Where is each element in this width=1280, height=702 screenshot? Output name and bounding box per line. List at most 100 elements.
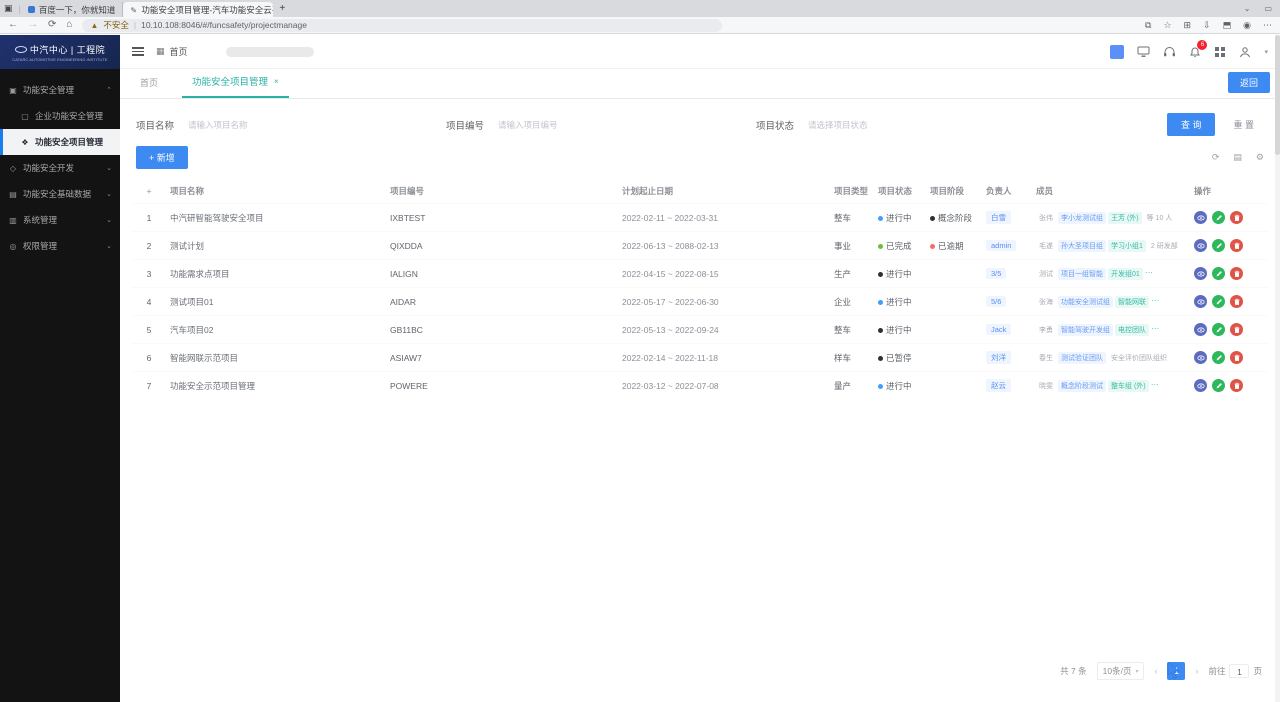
table-settings-icon[interactable]: ⚙	[1256, 152, 1264, 163]
new-tab-button[interactable]: +	[279, 3, 285, 14]
sidebar-item-5[interactable]: ▥ 系统管理 ⌄	[0, 207, 120, 233]
page-size-select[interactable]: 10条/页 ▾	[1096, 662, 1145, 680]
project-name-cell[interactable]: 功能安全示范项目管理	[166, 372, 386, 400]
member-tag: 等 10 人	[1146, 214, 1173, 222]
edit-button[interactable]	[1212, 239, 1225, 252]
column-header[interactable]: 成员	[1032, 179, 1190, 204]
add-button[interactable]: + 新增	[136, 146, 188, 169]
prev-page-button[interactable]: ‹	[1154, 666, 1157, 676]
headset-icon[interactable]	[1163, 46, 1176, 58]
goto-page-input[interactable]: 1	[1229, 664, 1250, 678]
sidebar-item-0[interactable]: ▣ 功能安全管理 ⌃	[0, 77, 120, 103]
project-status-select[interactable]	[802, 115, 1003, 134]
sidebar-item-1[interactable]: ▢ 企业功能安全管理	[0, 103, 120, 129]
browser-tab-2-active[interactable]: ✎ 功能安全项目管理-汽车功能安全云平台 ×	[123, 2, 274, 17]
sidebar-item-3[interactable]: ◇ 功能安全开发 ⌄	[0, 155, 120, 181]
breadcrumb-home[interactable]: 首页	[170, 45, 188, 58]
edit-button[interactable]	[1212, 211, 1225, 224]
page-scrollbar[interactable]	[1275, 35, 1280, 702]
column-setting-icon[interactable]: ▤	[1233, 152, 1242, 163]
monitor-icon[interactable]	[1137, 46, 1150, 58]
refresh-icon[interactable]: ⟳	[48, 20, 56, 30]
view-button[interactable]	[1194, 295, 1207, 308]
tab-home[interactable]: 首页	[134, 76, 164, 98]
project-name-cell[interactable]: 测试项目01	[166, 288, 386, 316]
project-code-cell: POWERE	[390, 380, 428, 391]
delete-button[interactable]	[1230, 351, 1243, 364]
sidebar-item-4[interactable]: ▤ 功能安全基础数据 ⌄	[0, 181, 120, 207]
apps-grid-icon[interactable]	[1214, 46, 1226, 58]
expand-all-header[interactable]: +	[132, 179, 166, 204]
favicon	[27, 6, 35, 13]
workspace-avatar[interactable]	[1110, 44, 1125, 59]
collections-icon[interactable]: ⊞	[1184, 20, 1192, 31]
project-name-input[interactable]	[182, 115, 383, 134]
delete-button[interactable]	[1230, 379, 1243, 392]
view-button[interactable]	[1194, 323, 1207, 336]
view-button[interactable]	[1194, 351, 1207, 364]
extensions-icon[interactable]: ⬒	[1223, 20, 1232, 31]
back-icon[interactable]: ←	[8, 20, 18, 30]
project-stage-cell	[926, 316, 982, 344]
downloads-icon[interactable]: ⇩	[1203, 20, 1211, 31]
column-header[interactable]: 项目阶段	[926, 179, 982, 204]
delete-button[interactable]	[1230, 211, 1243, 224]
delete-button[interactable]	[1230, 267, 1243, 280]
project-name-cell[interactable]: 汽车项目02	[166, 316, 386, 344]
view-button[interactable]	[1194, 211, 1207, 224]
notification-bell-icon[interactable]: 6	[1189, 39, 1208, 58]
column-header[interactable]: 项目名称	[166, 179, 386, 204]
current-page-button[interactable]: 1	[1167, 662, 1186, 680]
address-bar[interactable]: ▲ 不安全 | 10.10.108:8046/#/funcsafety/proj…	[82, 18, 723, 32]
edit-button[interactable]	[1212, 295, 1225, 308]
next-page-button[interactable]: ›	[1195, 666, 1198, 676]
column-header[interactable]: 项目类型	[830, 179, 874, 204]
favorites-star-icon[interactable]: ☆	[1163, 20, 1171, 31]
view-button[interactable]	[1194, 379, 1207, 392]
refresh-table-icon[interactable]: ⟳	[1212, 152, 1220, 163]
profile-avatar-icon[interactable]: ◉	[1243, 20, 1251, 31]
project-code-input[interactable]	[492, 115, 693, 134]
search-button[interactable]: 查 询	[1166, 113, 1216, 136]
browser-tab-1[interactable]: 百度一下，你就知道	[21, 2, 124, 17]
project-name-cell[interactable]: 中汽研智能驾驶安全项目	[166, 204, 386, 232]
sidebar-item-2[interactable]: ❖ 功能安全项目管理	[0, 129, 120, 155]
edit-button[interactable]	[1212, 267, 1225, 280]
user-menu-caret-icon[interactable]: ▾	[1264, 48, 1268, 56]
column-header[interactable]: 负责人	[982, 179, 1032, 204]
tab-list-icon[interactable]: ▣ |	[4, 3, 21, 14]
delete-button[interactable]	[1230, 323, 1243, 336]
project-name-cell[interactable]: 功能需求点项目	[166, 260, 386, 288]
delete-button[interactable]	[1230, 239, 1243, 252]
security-label[interactable]: 不安全	[103, 19, 129, 31]
column-header[interactable]: 项目编号	[386, 179, 618, 204]
view-button[interactable]	[1194, 267, 1207, 280]
project-name-cell[interactable]: 测试计划	[166, 232, 386, 260]
project-name-cell[interactable]: 智能网联示范项目	[166, 344, 386, 372]
browser-menu-icon[interactable]: ⋯	[1263, 20, 1272, 31]
split-screen-icon[interactable]: ⧉	[1145, 20, 1151, 31]
edit-button[interactable]	[1212, 351, 1225, 364]
sidebar-item-6[interactable]: ◎ 权限管理 ⌄	[0, 233, 120, 259]
column-header[interactable]: 计划起止日期	[618, 179, 830, 204]
window-controls-icon[interactable]: ▭	[1264, 4, 1272, 13]
edit-button[interactable]	[1212, 379, 1225, 392]
tab-project-management-active[interactable]: 功能安全项目管理 ×	[182, 74, 289, 98]
tab-search-icon[interactable]: ⌄	[1244, 4, 1251, 13]
view-button[interactable]	[1194, 239, 1207, 252]
home-icon[interactable]: ⌂	[66, 20, 72, 30]
member-tag: 项目一组智能	[1058, 267, 1106, 280]
member-tag: 安全评价团队组织	[1111, 354, 1167, 362]
edit-button[interactable]	[1212, 323, 1225, 336]
forward-icon[interactable]: →	[28, 20, 38, 30]
column-header[interactable]: 项目状态	[874, 179, 926, 204]
project-dates-cell: 2022-04-15 ~ 2022-08-15	[622, 268, 719, 279]
reset-button[interactable]: 重 置	[1223, 113, 1264, 136]
user-avatar-icon[interactable]	[1239, 46, 1251, 58]
collapse-menu-icon[interactable]	[132, 47, 144, 56]
url-text[interactable]: 10.10.108:8046/#/funcsafety/projectmanag…	[141, 20, 307, 30]
back-button[interactable]: 返回	[1227, 72, 1270, 93]
delete-button[interactable]	[1230, 295, 1243, 308]
tab-close-icon[interactable]: ×	[274, 77, 279, 86]
column-header[interactable]: 操作	[1190, 179, 1268, 204]
